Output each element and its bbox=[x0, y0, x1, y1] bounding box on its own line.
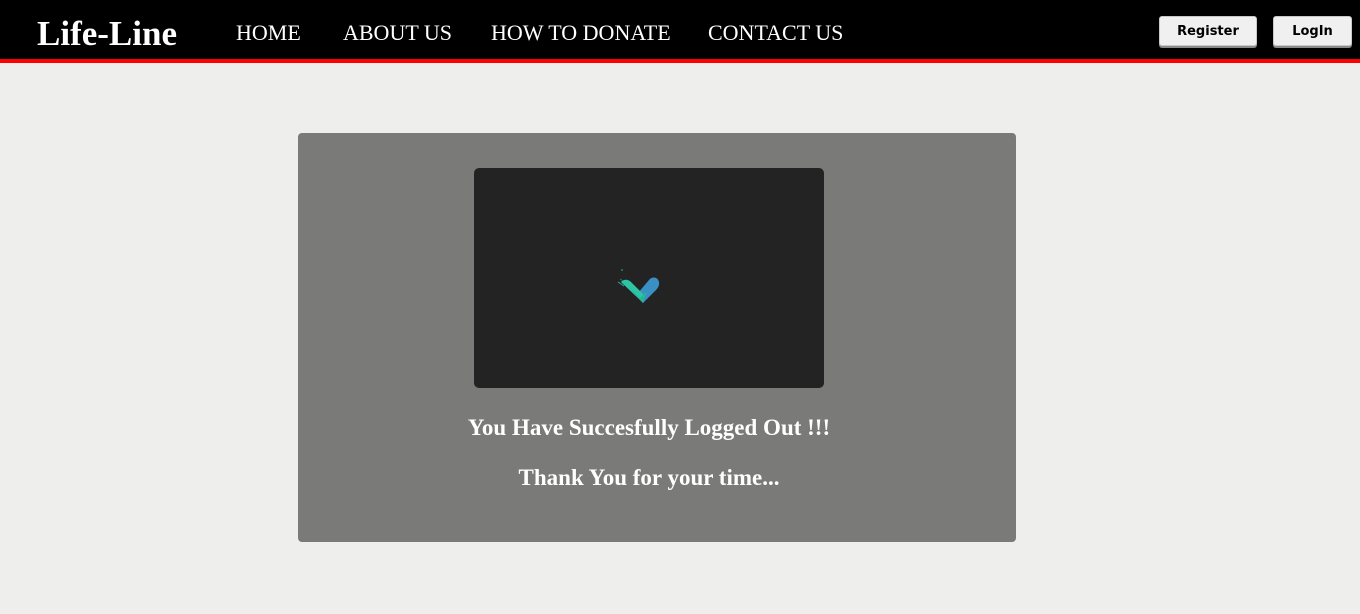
nav-contact-us-link[interactable]: CONTACT US bbox=[708, 19, 843, 47]
brand-logo[interactable]: Life-Line bbox=[37, 12, 177, 56]
top-navbar: Life-Line HOME ABOUT US HOW TO DONATE CO… bbox=[0, 0, 1360, 63]
logout-animation bbox=[474, 168, 824, 388]
thank-you-message: Thank You for your time... bbox=[518, 465, 780, 490]
nav-home-link[interactable]: HOME bbox=[236, 19, 301, 47]
register-button[interactable]: Register bbox=[1159, 16, 1257, 46]
nav-about-us-link[interactable]: ABOUT US bbox=[343, 19, 452, 47]
login-button[interactable]: LogIn bbox=[1273, 16, 1352, 46]
nav-how-to-donate-link[interactable]: HOW TO DONATE bbox=[491, 19, 671, 47]
logout-message: You Have Succesfully Logged Out !!! bbox=[467, 415, 831, 440]
heart-check-icon bbox=[617, 269, 660, 303]
logout-card: You Have Succesfully Logged Out !!! Than… bbox=[298, 133, 1016, 542]
